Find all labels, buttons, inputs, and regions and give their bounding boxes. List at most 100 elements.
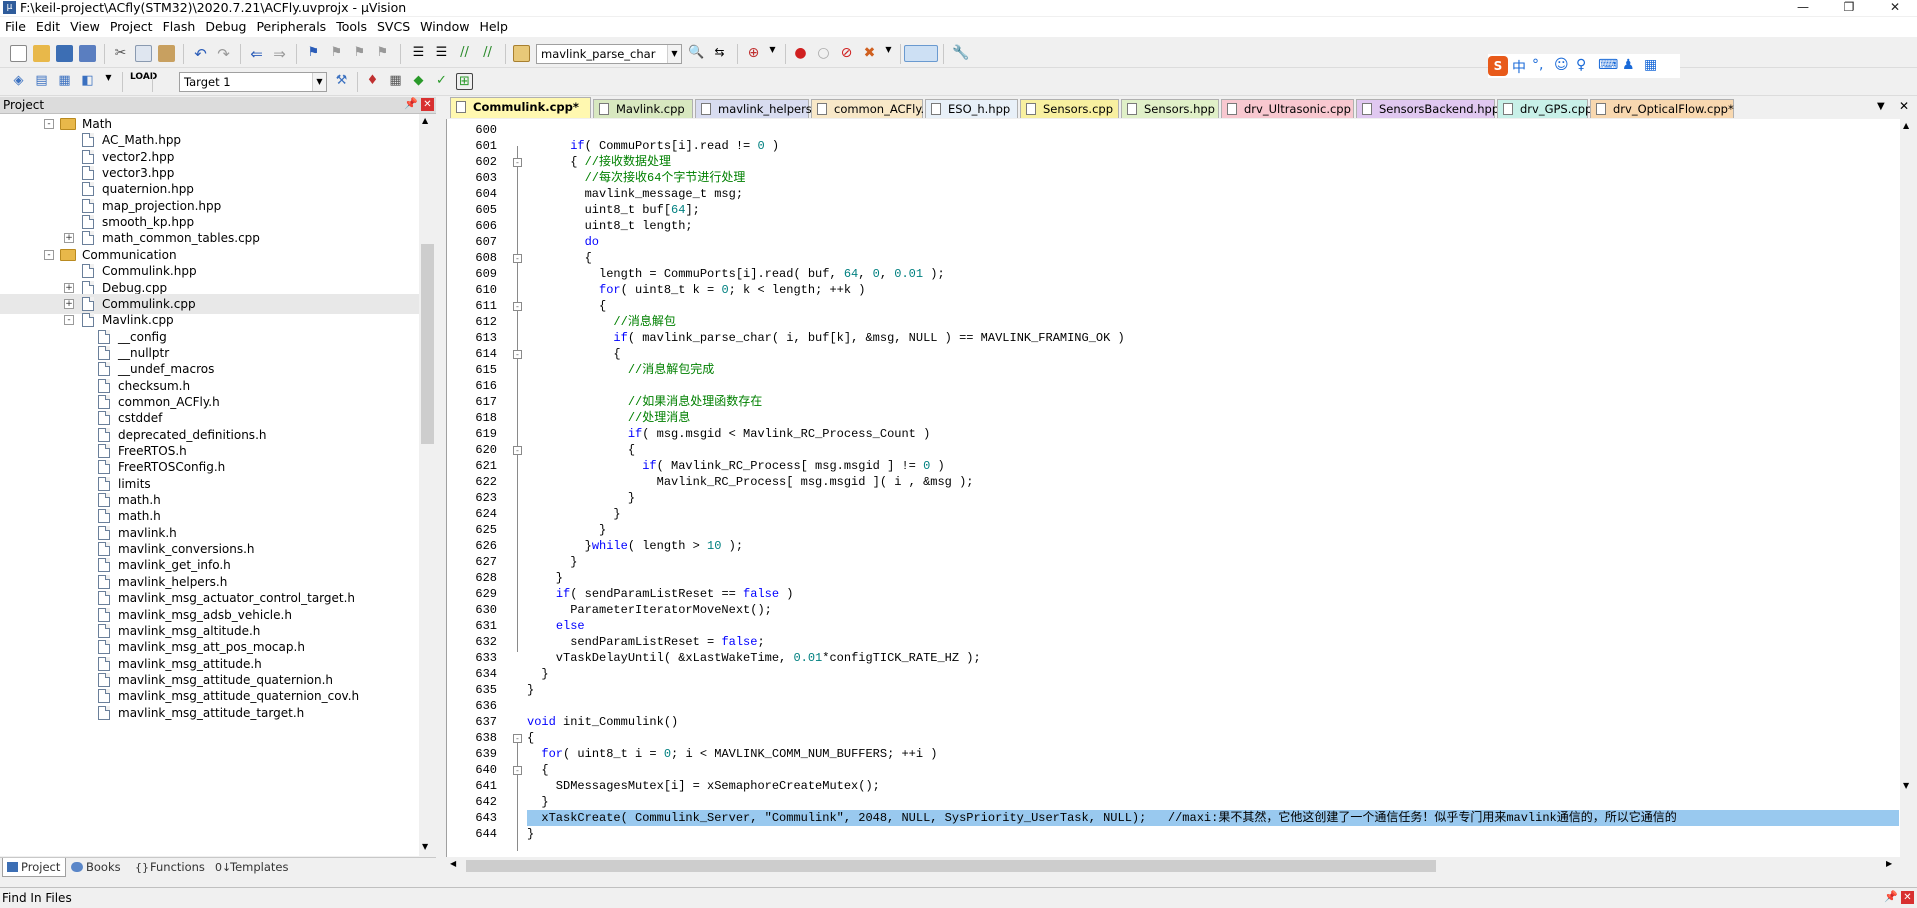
editor-tab[interactable]: Sensors.hpp: [1121, 99, 1219, 118]
project-tree-scrollbar[interactable]: ▲ ▼: [419, 114, 436, 856]
menu-project[interactable]: Project: [105, 17, 158, 37]
undo-icon[interactable]: ↶: [192, 45, 209, 63]
enable-breakpoint-icon[interactable]: ○: [815, 45, 832, 62]
build-icon[interactable]: ▤: [33, 73, 50, 90]
target-combo[interactable]: Target 1 ▼: [179, 72, 327, 92]
editor-vertical-scrollbar[interactable]: ▲ ▼: [1900, 119, 1917, 857]
configure-icon[interactable]: 🔧: [952, 45, 969, 62]
menu-peripherals[interactable]: Peripherals: [251, 17, 331, 37]
nav-forward-icon[interactable]: ⇒: [271, 45, 288, 63]
expand-icon[interactable]: +: [64, 298, 74, 309]
prev-bookmark-icon[interactable]: ⚑: [328, 45, 345, 62]
ime-mode-label[interactable]: 中: [1512, 57, 1526, 77]
tab-project[interactable]: Project: [2, 858, 66, 877]
redo-icon[interactable]: ↷: [215, 45, 232, 63]
clear-bookmarks-icon[interactable]: ⚑: [374, 45, 391, 62]
window-layout-icon[interactable]: [904, 45, 938, 62]
uncomment-icon[interactable]: //: [479, 45, 496, 62]
skin-icon[interactable]: ♟: [1622, 57, 1635, 73]
cut-icon[interactable]: ✂: [112, 45, 129, 62]
menu-view[interactable]: View: [65, 17, 105, 37]
bookmark-icon[interactable]: ⚑: [305, 45, 322, 62]
zoom-icon[interactable]: ⊕: [745, 45, 762, 62]
tab-books[interactable]: Books: [68, 858, 130, 877]
editor-tab[interactable]: drv_GPS.cpp: [1497, 99, 1592, 118]
breakpoint-dropdown-icon[interactable]: ▼: [880, 45, 897, 62]
editor-tab[interactable]: drv_OpticalFlow.cpp*: [1590, 99, 1734, 118]
menu-grid-icon[interactable]: ▦: [1644, 57, 1657, 73]
manage-components-icon[interactable]: ♦: [364, 73, 381, 90]
kill-breakpoints-icon[interactable]: ✖: [861, 45, 878, 62]
batch-build-icon[interactable]: ◧: [79, 73, 96, 90]
fold-toggle-icon[interactable]: -: [513, 446, 522, 455]
close-panel-icon[interactable]: ✕: [1901, 891, 1914, 904]
pin-icon[interactable]: 📌: [1884, 890, 1898, 903]
save-all-icon[interactable]: [79, 45, 96, 62]
nav-back-icon[interactable]: ⇐: [248, 45, 265, 63]
pack-installer-icon[interactable]: ◆: [410, 73, 427, 90]
menu-debug[interactable]: Debug: [200, 17, 251, 37]
scroll-down-icon[interactable]: ▼: [422, 842, 428, 851]
select-pack-icon[interactable]: ✓: [433, 73, 450, 90]
paste-icon[interactable]: [158, 45, 175, 62]
microphone-icon[interactable]: ♀: [1576, 57, 1586, 73]
editor-tab[interactable]: Commulink.cpp*: [450, 97, 591, 118]
menu-flash[interactable]: Flash: [158, 17, 201, 37]
editor-tab[interactable]: mavlink_helpers.h: [695, 99, 823, 118]
find-combo[interactable]: mavlink_parse_char ▼: [536, 44, 682, 64]
indent-icon[interactable]: ☰: [410, 45, 427, 62]
menu-help[interactable]: Help: [474, 17, 513, 37]
collapse-icon[interactable]: -: [64, 315, 74, 326]
fold-toggle-icon[interactable]: -: [513, 766, 522, 775]
next-bookmark-icon[interactable]: ⚑: [351, 45, 368, 62]
event-recorder-icon[interactable]: ⊞: [456, 73, 473, 90]
fold-toggle-icon[interactable]: -: [513, 350, 522, 359]
breakpoint-icon[interactable]: ●: [792, 45, 809, 62]
editor-tab[interactable]: ESO_h.hpp: [925, 99, 1018, 118]
target-options-icon[interactable]: ⚒: [333, 73, 350, 90]
menu-window[interactable]: Window: [415, 17, 474, 37]
collapse-icon[interactable]: -: [44, 119, 54, 129]
translate-icon[interactable]: ◈: [10, 73, 27, 90]
menu-svcs[interactable]: SVCS: [372, 17, 415, 37]
tab-templates[interactable]: 0↓ Templates: [212, 858, 294, 877]
rebuild-icon[interactable]: ▦: [56, 73, 73, 90]
collapse-icon[interactable]: -: [44, 249, 54, 260]
scroll-up-icon[interactable]: ▲: [422, 116, 428, 125]
emoji-icon[interactable]: ☺: [1554, 57, 1569, 73]
punctuation-icon[interactable]: °,: [1532, 57, 1543, 73]
comment-icon[interactable]: //: [456, 45, 473, 62]
editor-tab[interactable]: drv_Ultrasonic.cpp: [1221, 99, 1354, 118]
chevron-down-icon[interactable]: ▼: [667, 45, 681, 63]
batch-dropdown-icon[interactable]: ▼: [100, 73, 117, 90]
scroll-down-icon[interactable]: ▼: [1903, 781, 1909, 790]
fold-toggle-icon[interactable]: -: [513, 734, 522, 743]
minimize-button[interactable]: —: [1780, 0, 1826, 16]
scroll-thumb[interactable]: [421, 244, 434, 444]
editor-tab[interactable]: common_ACFly.h: [811, 99, 931, 118]
editor-tab[interactable]: Sensors.cpp: [1020, 99, 1119, 118]
fold-toggle-icon[interactable]: -: [513, 254, 522, 263]
keyboard-icon[interactable]: ⌨: [1598, 57, 1618, 73]
unindent-icon[interactable]: ☰: [433, 45, 450, 62]
zoom-dropdown-icon[interactable]: ▼: [764, 45, 781, 62]
tab-list-dropdown-icon[interactable]: ▼: [1877, 101, 1885, 112]
open-folder-icon[interactable]: [33, 45, 50, 62]
pin-icon[interactable]: 📌: [404, 97, 418, 110]
maximize-button[interactable]: ❐: [1826, 0, 1872, 16]
editor-horizontal-scrollbar[interactable]: ◀ ▶: [446, 857, 1900, 875]
ime-logo-icon[interactable]: S: [1488, 56, 1508, 76]
fold-toggle-icon[interactable]: -: [513, 302, 522, 311]
close-panel-icon[interactable]: ✕: [421, 98, 434, 111]
copy-icon[interactable]: [135, 45, 152, 62]
close-tab-icon[interactable]: ✕: [1899, 99, 1909, 113]
close-window-button[interactable]: ✕: [1872, 0, 1917, 16]
chevron-down-icon[interactable]: ▼: [312, 73, 326, 91]
code-editor[interactable]: 600 601 602 603 604 605 606 607 608 609 610 611 612 6…: [446, 119, 1900, 857]
manage-runtime-icon[interactable]: ▦: [387, 73, 404, 90]
scroll-left-icon[interactable]: ◀: [450, 859, 456, 868]
tab-functions[interactable]: {} Functions: [132, 858, 210, 877]
find-replace-icon[interactable]: ⇆: [711, 45, 728, 62]
expand-icon[interactable]: +: [64, 282, 74, 293]
menu-edit[interactable]: Edit: [31, 17, 65, 37]
